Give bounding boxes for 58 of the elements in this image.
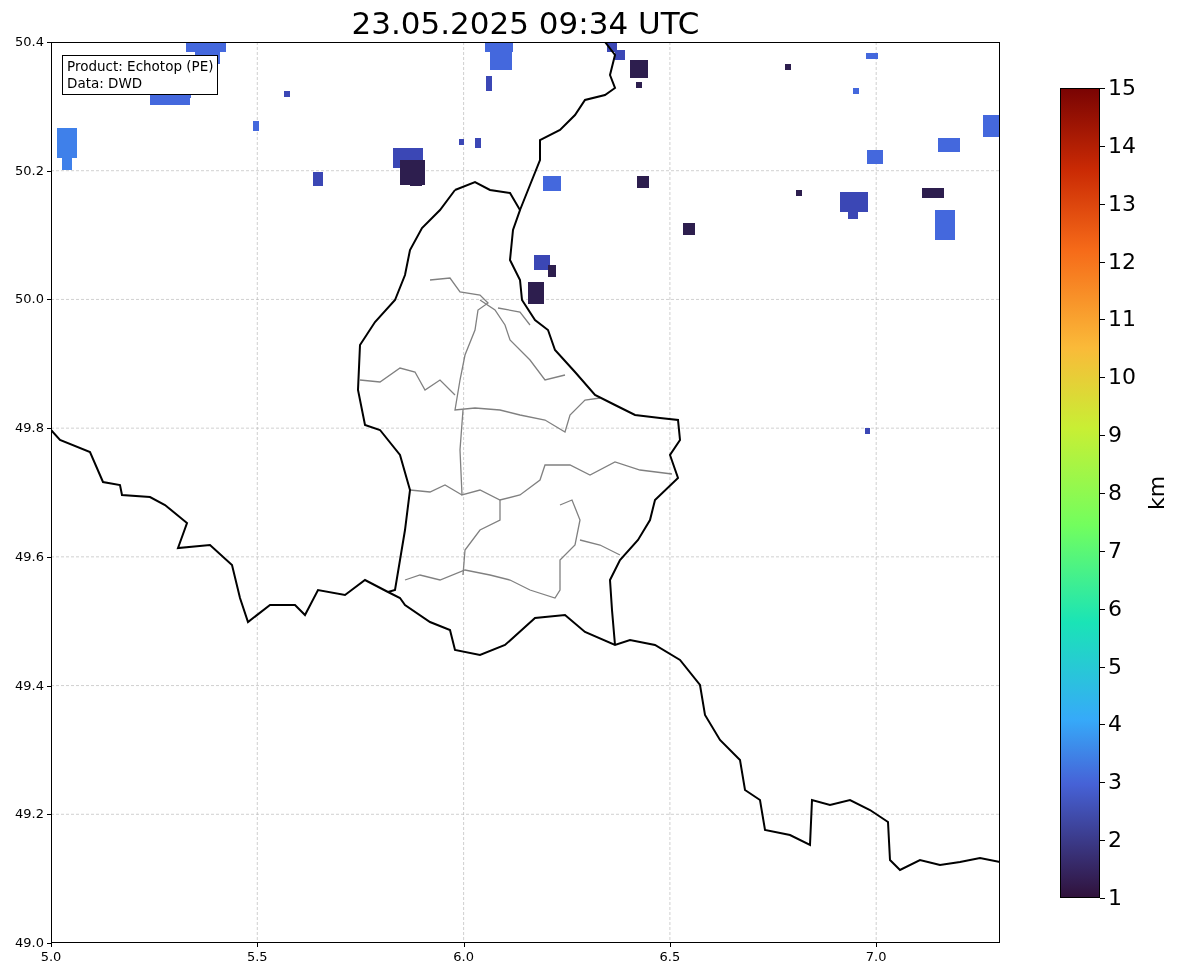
- tick-mark: [1100, 550, 1105, 552]
- tick-mark: [47, 428, 51, 430]
- tick-mark: [47, 170, 51, 172]
- tick-mark: [1100, 608, 1105, 610]
- x-tick-label: 6.0: [452, 949, 475, 965]
- legend-text: Data: DWD: [67, 75, 144, 92]
- y-tick-label: 50.2: [14, 162, 44, 179]
- tick-mark: [47, 556, 51, 558]
- y-tick-label: 50.4: [14, 34, 44, 50]
- tick-mark: [1100, 666, 1105, 668]
- tick-mark: [876, 943, 878, 947]
- colorbar-tick-label: 4: [1108, 711, 1122, 738]
- tick-mark: [1100, 377, 1105, 379]
- tick-mark: [1100, 898, 1105, 899]
- legend-text: Product: Echotop (PE): [67, 58, 214, 75]
- colorbar-tick-label: 15: [1108, 75, 1136, 101]
- tick-mark: [1100, 145, 1105, 147]
- colorbar-tick-label: 6: [1108, 595, 1122, 622]
- colorbar-tick-label: 2: [1108, 827, 1122, 854]
- tick-mark: [1100, 493, 1105, 494]
- tick-mark: [463, 943, 465, 947]
- x-tick-label: 7.0: [864, 949, 888, 965]
- colorbar-tick-label: 3: [1108, 769, 1122, 796]
- y-tick-label: 49.4: [14, 677, 44, 694]
- colorbar-tick-label: 14: [1108, 132, 1136, 159]
- x-tick-label: 6.5: [658, 949, 682, 965]
- colorbar-tick-label: 5: [1108, 653, 1122, 680]
- colorbar-tick-label: 10: [1108, 364, 1136, 391]
- colorbar-tick-label: 9: [1108, 422, 1122, 449]
- colorbar-tick-label: 8: [1108, 480, 1122, 506]
- tick-mark: [1100, 203, 1105, 205]
- colorbar-tick-label: 13: [1108, 190, 1136, 217]
- tick-mark: [1100, 782, 1105, 784]
- chart-title: 23.05.2025 09:34 UTC: [350, 4, 701, 42]
- tick-mark: [669, 943, 671, 947]
- y-tick-label: 49.8: [14, 420, 44, 437]
- tick-mark: [257, 943, 259, 947]
- x-tick-label: 5.5: [245, 949, 269, 965]
- tick-mark: [1100, 261, 1105, 263]
- tick-mark: [47, 42, 51, 43]
- tick-mark: [1100, 319, 1105, 321]
- tick-mark: [47, 685, 51, 687]
- tick-mark: [47, 814, 51, 816]
- colorbar-tick-label: 7: [1108, 537, 1122, 564]
- tick-mark: [1100, 435, 1105, 437]
- y-tick-label: 49.6: [14, 548, 44, 565]
- tick-mark: [47, 299, 51, 301]
- tick-mark: [1100, 724, 1105, 726]
- y-tick-label: 49.2: [14, 806, 44, 823]
- y-tick-label: 50.0: [14, 291, 44, 308]
- colorbar-label: km: [1144, 476, 1170, 510]
- y-tick-label: 49.0: [14, 935, 44, 951]
- colorbar-tick-label: 11: [1108, 306, 1136, 333]
- colorbar-tick-label: 1: [1108, 885, 1122, 911]
- tick-mark: [1100, 840, 1105, 842]
- colorbar-tick-label: 12: [1108, 248, 1136, 275]
- x-tick-label: 5.0: [39, 949, 63, 965]
- tick-mark: [1100, 88, 1105, 89]
